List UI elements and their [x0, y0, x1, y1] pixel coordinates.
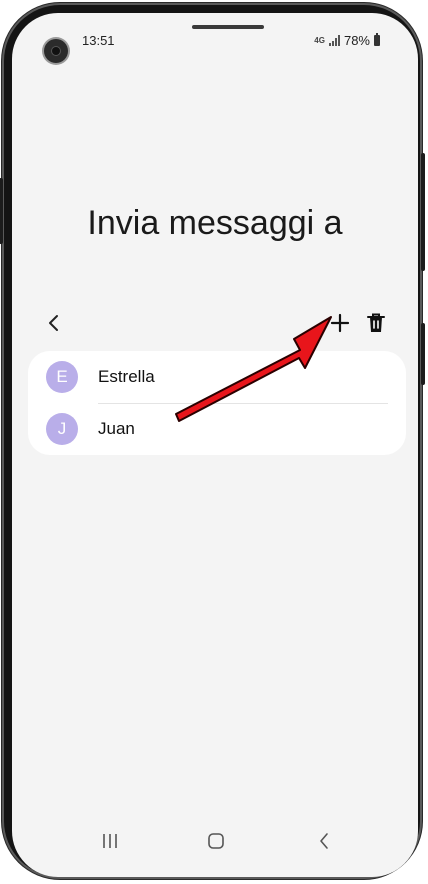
contact-name: Juan: [98, 419, 135, 438]
contact-list: E Estrella J Juan: [28, 351, 406, 455]
signal-icon: [328, 35, 340, 46]
back-icon: [320, 833, 328, 849]
status-icons: 4G 78%: [314, 33, 380, 48]
list-item[interactable]: E Estrella: [28, 351, 406, 404]
front-camera-icon: [44, 39, 68, 63]
status-time: 13:51: [82, 33, 115, 48]
bixby-button: [421, 323, 425, 385]
trash-icon: [367, 313, 385, 332]
battery-icon: [374, 33, 380, 46]
earpiece-speaker: [192, 25, 264, 29]
phone-frame: 13:51 4G 78% Invia messaggi a E Estrella…: [0, 3, 425, 879]
toolbar: [12, 303, 418, 343]
navigation-bar: [12, 821, 418, 861]
list-item[interactable]: J Juan: [28, 403, 406, 455]
home-button[interactable]: [204, 829, 228, 853]
plus-icon: [330, 313, 350, 333]
add-contact-button[interactable]: [328, 311, 352, 335]
page-title: Invia messaggi a: [87, 203, 343, 242]
nav-back-button[interactable]: [312, 829, 336, 853]
network-icon: 4G: [314, 35, 325, 45]
avatar: E: [46, 361, 78, 393]
screen: 13:51 4G 78% Invia messaggi a E Estrella…: [12, 13, 418, 877]
back-button[interactable]: [42, 311, 66, 335]
power-button: [421, 153, 425, 271]
recents-button[interactable]: [98, 829, 122, 853]
chevron-left-icon: [49, 315, 58, 331]
recents-icon: [103, 834, 117, 848]
delete-button[interactable]: [364, 311, 388, 335]
volume-button: [0, 178, 3, 244]
battery-percent: 78%: [343, 33, 370, 48]
home-icon: [208, 833, 224, 849]
contact-name: Estrella: [98, 367, 155, 386]
avatar: J: [46, 413, 78, 445]
